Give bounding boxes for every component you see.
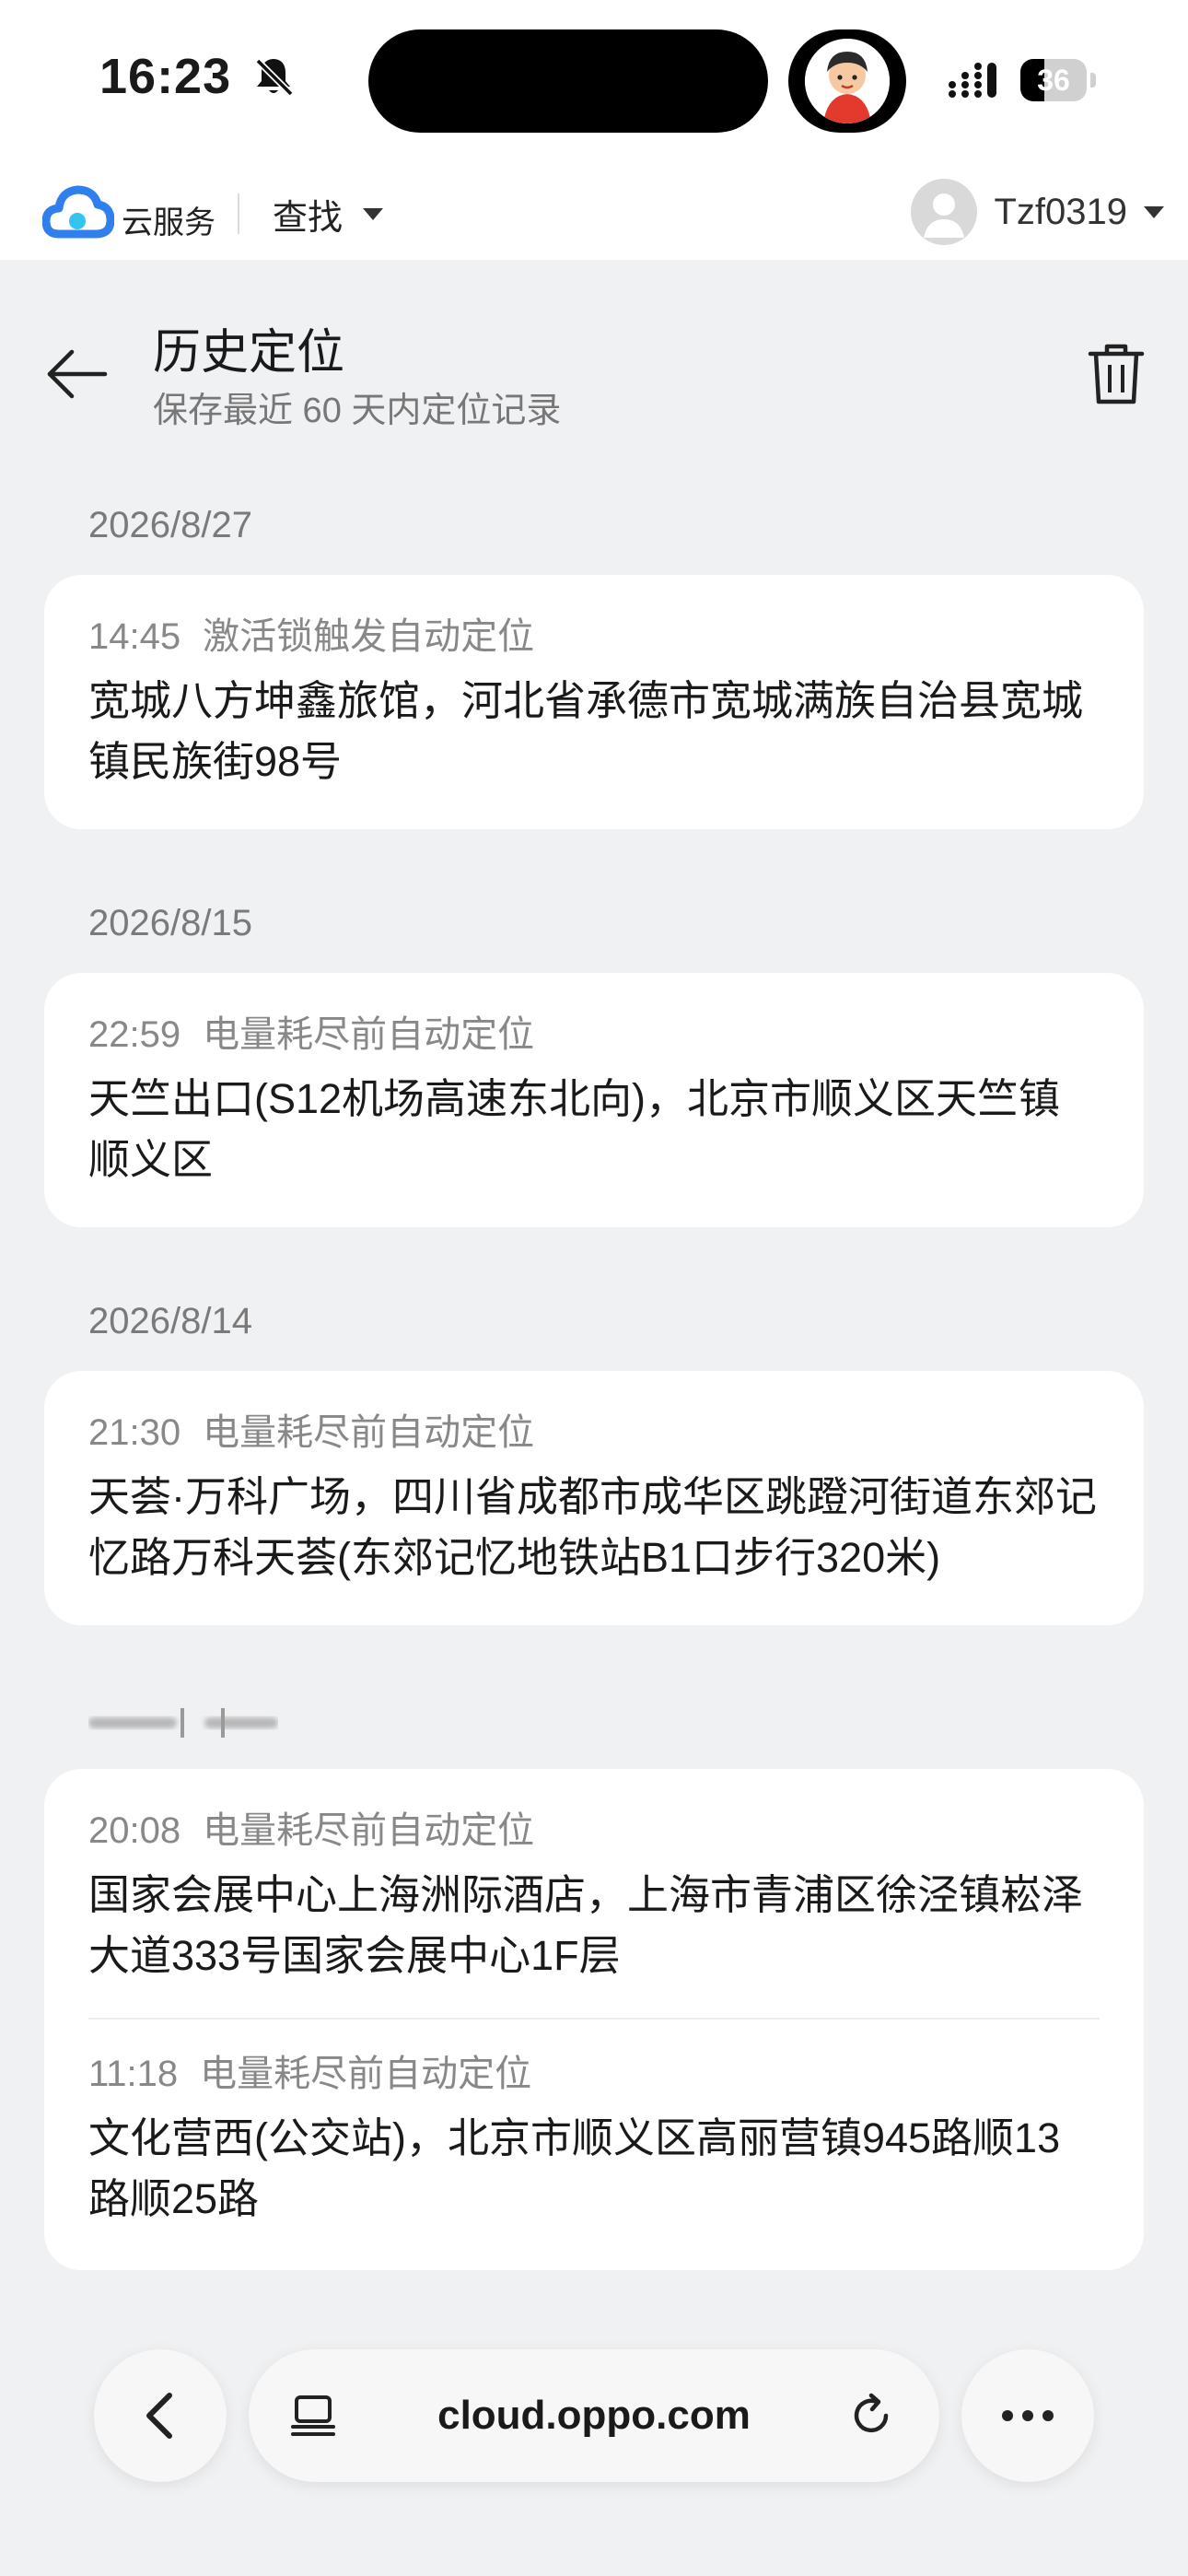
find-menu-button[interactable]: 查找: [273, 188, 384, 240]
more-options-button[interactable]: [961, 2349, 1094, 2482]
status-time: 16:23: [99, 49, 232, 104]
url-text: cloud.oppo.com: [437, 2393, 751, 2438]
location-card: 21:30 电量耗尽前自动定位 天荟·万科广场，四川省成都市成华区跳蹬河街道东郊记…: [44, 1371, 1144, 1625]
page-title: 历史定位: [153, 326, 345, 380]
date-header-blurred: [88, 1708, 278, 1738]
entry-time: 21:30: [88, 1412, 181, 1453]
entry-address: 宽城八方坤鑫旅馆，河北省承德市宽城满族自治县宽城镇民族街98号: [88, 677, 1084, 785]
location-card: 14:45 激活锁触发自动定位 宽城八方坤鑫旅馆，河北省承德市宽城满族自治县宽城镇…: [44, 575, 1144, 829]
entry-trigger: 电量耗尽前自动定位: [200, 2054, 532, 2094]
chevron-left-icon: [146, 2393, 172, 2439]
entry-trigger: 电量耗尽前自动定位: [203, 1810, 535, 1851]
entry-trigger: 电量耗尽前自动定位: [203, 1412, 535, 1453]
status-bar: 16:23 36: [0, 0, 1188, 164]
entry-trigger: 激活锁触发自动定位: [203, 616, 535, 657]
date-header: 2026/8/14: [88, 1301, 252, 1341]
entry-address: 国家会展中心上海洲际酒店，上海市青浦区徐泾镇崧泽大道333号国家会展中心1F层: [88, 1871, 1084, 1979]
browser-back-button[interactable]: [94, 2349, 227, 2482]
account-menu-button[interactable]: Tzf0319: [911, 179, 1164, 245]
entry-address: 天竺出口(S12机场高速东北向)，北京市顺义区天竺镇顺义区: [88, 1075, 1061, 1183]
header-divider: [238, 193, 239, 234]
entry-time: 20:08: [88, 1810, 181, 1851]
dynamic-island: [368, 29, 768, 133]
user-avatar-icon: [911, 179, 978, 245]
entry-time: 11:18: [88, 2054, 179, 2094]
date-header: 2026/8/15: [88, 903, 252, 943]
cloud-logo-icon: [42, 185, 114, 239]
battery-icon: 36: [1020, 59, 1096, 101]
site-header: 云服务 查找 Tzf0319: [0, 164, 1188, 260]
reload-icon[interactable]: [847, 2392, 895, 2440]
back-arrow-icon[interactable]: [44, 341, 111, 407]
cartoon-avatar-icon: [805, 39, 890, 123]
entry-time: 14:45: [88, 616, 181, 657]
location-entry[interactable]: 21:30 电量耗尽前自动定位 天荟·万科广场，四川省成都市成华区跳蹬河街道东郊记…: [88, 1408, 1100, 1588]
location-entry[interactable]: 14:45 激活锁触发自动定位 宽城八方坤鑫旅馆，河北省承德市宽城满族自治县宽城镇…: [88, 612, 1100, 792]
entry-divider: [88, 2018, 1100, 2020]
location-entry[interactable]: 22:59 电量耗尽前自动定位 天竺出口(S12机场高速东北向)，北京市顺义区天竺…: [88, 1010, 1100, 1190]
chevron-down-icon: [1144, 205, 1164, 218]
location-entry[interactable]: 11:18 电量耗尽前自动定位 文化营西(公交站)，北京市顺义区高丽营镇945路顺…: [88, 2049, 1100, 2230]
trash-icon[interactable]: [1087, 341, 1146, 407]
find-menu-label: 查找: [273, 198, 344, 238]
chevron-down-icon: [363, 207, 384, 220]
entry-time: 22:59: [88, 1014, 181, 1055]
username: Tzf0319: [994, 191, 1127, 232]
entry-address: 文化营西(公交站)，北京市顺义区高丽营镇945路顺13路顺25路: [88, 2114, 1061, 2222]
more-dots-icon: [1002, 2410, 1054, 2421]
date-header: 2026/8/27: [88, 505, 252, 545]
brand-name: 云服务: [122, 205, 215, 240]
address-bar[interactable]: cloud.oppo.com: [249, 2349, 939, 2482]
location-card: 20:08 电量耗尽前自动定位 国家会展中心上海洲际酒店，上海市青浦区徐泾镇崧泽大…: [44, 1769, 1144, 2270]
entry-address: 天荟·万科广场，四川省成都市成华区跳蹬河街道东郊记忆路万科天荟(东郊记忆地铁站B…: [88, 1473, 1097, 1581]
live-activity-avatar: [788, 29, 906, 133]
signal-icon: [949, 63, 996, 98]
battery-level: 36: [1037, 64, 1070, 97]
page-subtitle: 保存最近 60 天内定位记录: [153, 392, 562, 430]
browser-toolbar: cloud.oppo.com: [0, 2322, 1188, 2576]
location-card: 22:59 电量耗尽前自动定位 天竺出口(S12机场高速东北向)，北京市顺义区天竺…: [44, 973, 1144, 1227]
location-entry[interactable]: 20:08 电量耗尽前自动定位 国家会展中心上海洲际酒店，上海市青浦区徐泾镇崧泽大…: [88, 1806, 1100, 1986]
entry-trigger: 电量耗尽前自动定位: [203, 1014, 535, 1055]
bell-slash-icon: [255, 58, 294, 97]
